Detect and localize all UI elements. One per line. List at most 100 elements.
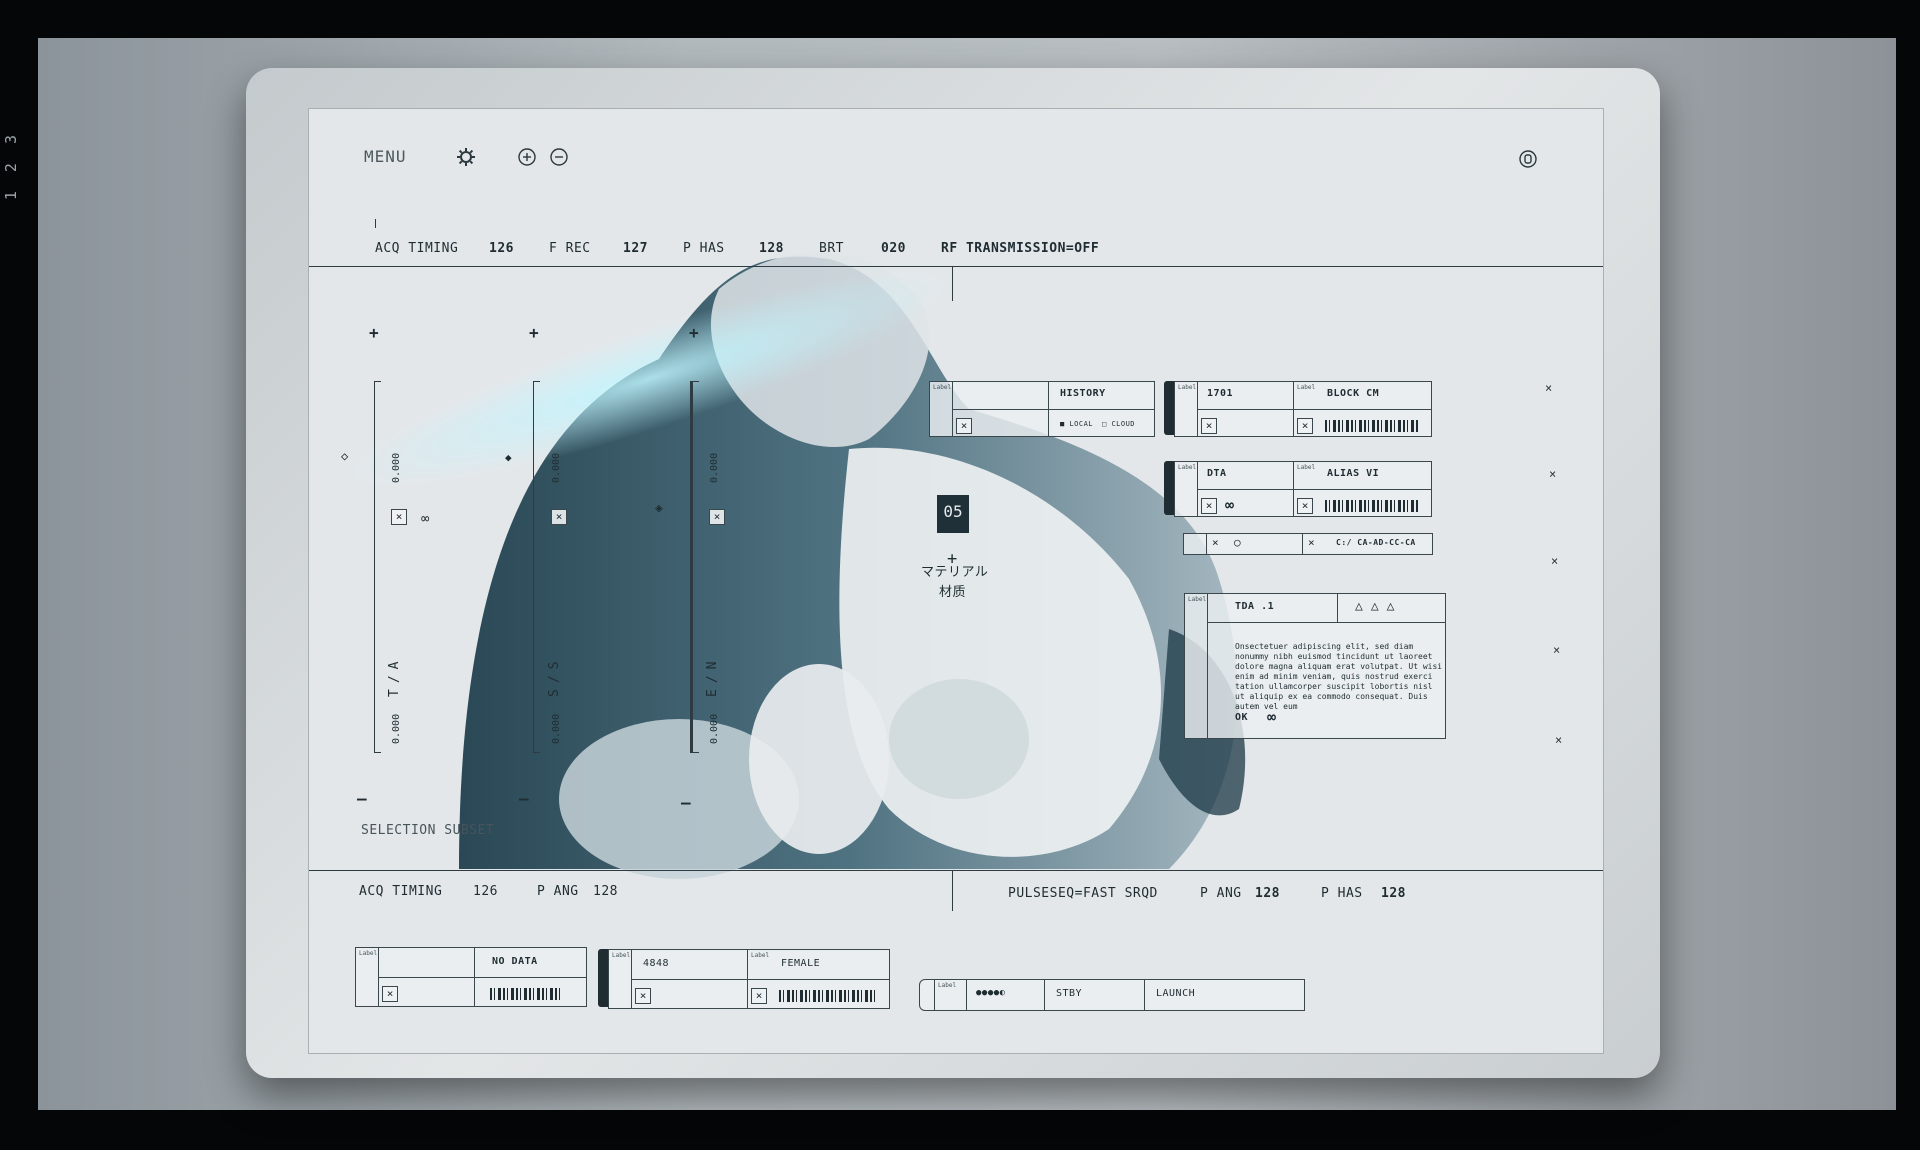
bottom-right-phas-label: P HAS	[1321, 886, 1363, 901]
slider-2-plus[interactable]: +	[529, 323, 539, 342]
dta-panel: Label DTA Label ALIAS VI × ∞ ×	[1174, 461, 1432, 517]
selection-subset-label: SELECTION SUBSET	[361, 823, 495, 838]
slider-1-diamond-icon: ◇	[341, 449, 349, 463]
slider-1-value-top: 0.000	[391, 452, 402, 483]
slider-1-code: T/A	[387, 655, 402, 697]
history-small-label: Label	[933, 384, 952, 391]
acq-timing-value: 126	[489, 241, 514, 256]
slider-1-plus[interactable]: +	[369, 323, 379, 342]
bottom-divider	[309, 870, 1603, 871]
patient-close-icon-2[interactable]: ×	[751, 988, 767, 1004]
frec-value: 127	[623, 241, 648, 256]
patient-close-icon-1[interactable]: ×	[635, 988, 651, 1004]
no-data-close-icon[interactable]: ×	[382, 986, 398, 1002]
patient-id-value: 4848	[643, 958, 670, 969]
tda-title: TDA .1	[1235, 601, 1275, 612]
slider-3-track[interactable]	[690, 381, 699, 753]
block-barcode	[1325, 420, 1419, 432]
row-close-icon-5[interactable]: ×	[1555, 733, 1562, 747]
slider-2-value-bottom: 0.000	[551, 713, 562, 744]
path-close-icon-1[interactable]: ×	[1212, 536, 1219, 549]
bottom-acq-label: ACQ TIMING	[359, 884, 443, 899]
slider-1-close-icon[interactable]: ×	[391, 509, 407, 525]
dta-value: DTA	[1207, 468, 1227, 479]
dta-infinity-icon: ∞	[1225, 496, 1235, 514]
slider-3-code: E/N	[705, 655, 720, 697]
patient-barcode	[779, 990, 875, 1002]
standby-button[interactable]: STBY	[1056, 988, 1082, 999]
no-data-barcode	[490, 988, 560, 1000]
tda-infinity-icon: ∞	[1267, 708, 1277, 726]
slider-1-minus[interactable]: –	[357, 789, 367, 808]
patient-panel-tab[interactable]	[598, 949, 608, 1007]
alias-close-icon[interactable]: ×	[1297, 498, 1313, 514]
bottom-pang-label: P ANG	[537, 884, 579, 899]
no-data-panel: Label NO DATA ×	[355, 947, 587, 1007]
launch-button[interactable]: LAUNCH	[1156, 988, 1195, 999]
material-label-cn: 材质	[939, 585, 967, 600]
history-close-icon[interactable]: ×	[956, 418, 972, 434]
center-tick-top	[952, 267, 953, 301]
dta-panel-tab[interactable]	[1164, 461, 1174, 515]
row-close-icon-3[interactable]: ×	[1551, 554, 1558, 568]
pulse-sequence-status: PULSESEQ=FAST SRQD	[1008, 886, 1158, 901]
tda-body-text: Onsectetuer adipiscing elit, sed diam no…	[1235, 642, 1443, 711]
bottom-pang-value: 128	[593, 884, 618, 899]
bottom-right-pang-value: 128	[1255, 886, 1280, 901]
launch-panel: Label ●●●●◐ STBY LAUNCH	[919, 979, 1305, 1011]
screen: MENU ACQ TIMING 126 F REC 127 P HAS 128 …	[308, 108, 1604, 1054]
local-option[interactable]: ■ LOCAL	[1060, 420, 1093, 428]
slider-1-value-bottom: 0.000	[391, 713, 402, 744]
bottom-right-pang-label: P ANG	[1200, 886, 1242, 901]
slider-2-close-icon[interactable]: ×	[551, 509, 567, 525]
local-radio-icon: ■	[1060, 420, 1065, 428]
power-icon[interactable]	[1518, 149, 1538, 169]
block-close-icon-2[interactable]: ×	[1297, 418, 1313, 434]
patient-panel: Label 4848 Label FEMALE × ×	[608, 949, 890, 1009]
row-close-icon-4[interactable]: ×	[1553, 643, 1560, 657]
path-circle-icon: ○	[1234, 536, 1242, 549]
tda-panel: Label TDA .1 △△△ Onsectetuer adipiscing …	[1184, 593, 1446, 739]
slider-2-minus[interactable]: –	[519, 789, 529, 808]
brt-label: BRT	[819, 241, 844, 256]
minus-circle-icon[interactable]	[549, 147, 569, 167]
slider-1-track[interactable]	[374, 381, 381, 753]
slider-3-close-icon[interactable]: ×	[709, 509, 725, 525]
slider-2-code: S/S	[547, 655, 562, 697]
row-close-icon-2[interactable]: ×	[1549, 467, 1556, 481]
phas-label: P HAS	[683, 241, 725, 256]
rf-transmission-status: RF TRANSMISSION=OFF	[941, 241, 1100, 256]
cloud-option[interactable]: □ CLOUD	[1102, 420, 1135, 428]
warning-triangles-icon: △△△	[1355, 599, 1403, 614]
path-panel: × ○ × C:/ CA-AD-CC-CA	[1183, 533, 1433, 555]
block-panel-tab[interactable]	[1164, 381, 1174, 435]
slider-3-value-bottom: 0.000	[709, 713, 720, 744]
path-close-icon-2[interactable]: ×	[1308, 536, 1315, 549]
tda-ok-button[interactable]: OK	[1235, 712, 1248, 723]
top-divider	[309, 266, 1603, 267]
menu-button[interactable]: MENU	[364, 147, 407, 166]
bottom-acq-value: 126	[473, 884, 498, 899]
signal-indicator: ●●●●◐	[976, 988, 1006, 998]
gear-icon[interactable]	[455, 146, 477, 168]
slider-1-infinity-icon: ∞	[421, 511, 430, 527]
slider-2-value-top: 0.000	[551, 452, 562, 483]
slider-3-minus[interactable]: –	[681, 793, 691, 812]
dta-close-icon[interactable]: ×	[1201, 498, 1217, 514]
slider-2-track[interactable]	[533, 381, 540, 753]
row-close-icon-1[interactable]: ×	[1545, 381, 1552, 395]
material-badge: 05	[937, 495, 969, 533]
slider-3-plus[interactable]: +	[689, 323, 699, 342]
history-panel: Label HISTORY × ■ LOCAL □ CLOUD	[929, 381, 1155, 437]
block-cm-value: BLOCK CM	[1327, 388, 1380, 399]
alias-value: ALIAS VI	[1327, 468, 1380, 479]
center-tick-bottom	[952, 871, 953, 911]
plus-circle-icon[interactable]	[517, 147, 537, 167]
bottom-right-phas-value: 128	[1381, 886, 1406, 901]
top-letterbox	[0, 0, 1920, 36]
block-close-icon-1[interactable]: ×	[1201, 418, 1217, 434]
history-title: HISTORY	[1060, 388, 1106, 399]
cursor-marker	[375, 219, 376, 228]
material-label-jp: マテリアル	[921, 565, 989, 580]
path-value: C:/ CA-AD-CC-CA	[1336, 538, 1416, 547]
